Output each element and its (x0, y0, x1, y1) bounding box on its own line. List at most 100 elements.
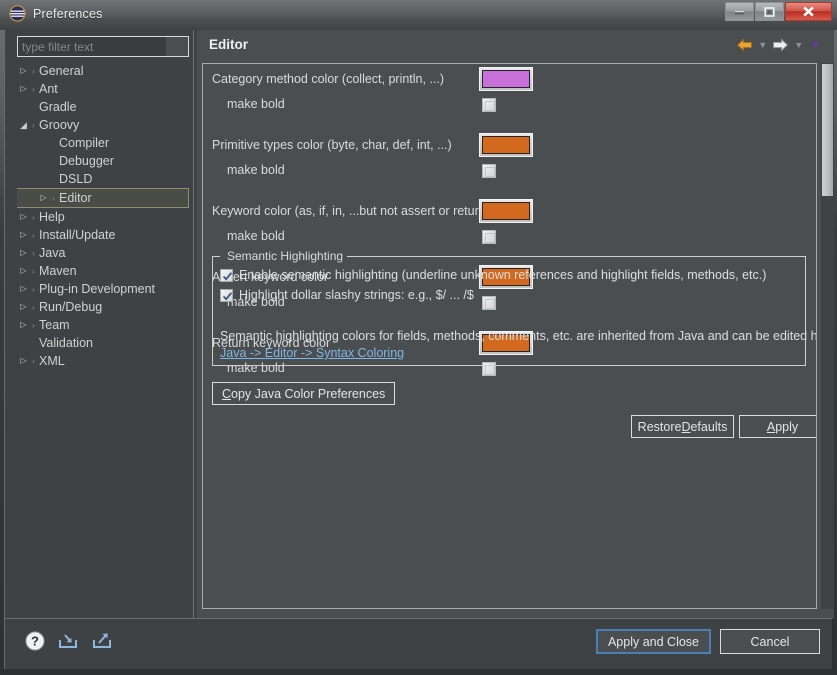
collapse-triangle-icon[interactable]: ◢ (17, 120, 30, 130)
sidebar-item-run-debug[interactable]: ▷ › Run/Debug (17, 298, 189, 316)
expand-triangle-icon[interactable]: ▷ (17, 321, 30, 329)
restore-defaults-button[interactable]: Restore Defaults (631, 415, 734, 438)
sidebar-item-general[interactable]: ▷ › General (17, 62, 189, 80)
sidebar-item-label: Maven (39, 264, 77, 278)
tree-bullet-icon: › (52, 193, 55, 203)
color-swatch-fill (482, 70, 530, 88)
dialog-body: ▷›General▷›AntGradle◢›GroovyCompilerDebu… (4, 30, 834, 618)
minimize-button[interactable] (725, 2, 754, 21)
color-swatch-button[interactable] (479, 67, 533, 91)
semantic-option-label: Enable semantic highlighting (underline … (239, 268, 767, 282)
forward-history-chevron-down-icon[interactable]: ▼ (793, 40, 804, 50)
sidebar-item-label: Editor (59, 191, 92, 205)
sidebar-item-dsld[interactable]: DSLD (17, 170, 189, 188)
preferences-tree[interactable]: ▷ › General ▷ › Ant Gradle ◢ › Groovy Compiler Debu… (17, 62, 189, 610)
preferences-window: Preferences type filter text ▷ › General… (0, 0, 837, 675)
help-icon[interactable]: ? (25, 631, 45, 651)
mnemonic-letter: A (766, 419, 776, 434)
expand-triangle-icon[interactable]: ▷ (17, 85, 30, 93)
sidebar-item-gradle[interactable]: Gradle (17, 98, 189, 116)
sidebar-item-label: Run/Debug (39, 300, 103, 314)
tree-bullet-icon: › (32, 248, 35, 258)
sidebar-item-java[interactable]: ▷ › Java (17, 244, 189, 262)
sidebar-item-plug-in-development[interactable]: ▷ › Plug-in Development (17, 280, 189, 298)
sidebar-item-help[interactable]: ▷ › Help (17, 208, 189, 226)
cancel-button[interactable]: Cancel (720, 629, 820, 654)
sidebar-item-xml[interactable]: ▷ › XML (17, 352, 189, 370)
expand-triangle-icon[interactable]: ▷ (17, 67, 30, 75)
sidebar-item-debugger[interactable]: Debugger (17, 152, 189, 170)
filter-field-wrapper[interactable] (17, 36, 189, 57)
semantic-option-row[interactable]: Highlight dollar slashy strings: e.g., $… (220, 288, 474, 302)
expand-triangle-icon[interactable]: ▷ (17, 303, 30, 311)
syntax-coloring-link[interactable]: Java -> Editor -> Syntax Coloring (220, 346, 404, 360)
tree-bullet-icon: › (32, 84, 35, 94)
make-bold-checkbox[interactable] (482, 164, 496, 178)
checkmark-icon (222, 291, 233, 301)
expand-triangle-icon[interactable]: ▷ (17, 357, 30, 365)
semantic-note: Semantic highlighting colors for fields,… (220, 329, 817, 343)
vertical-scrollbar[interactable] (821, 63, 834, 609)
settings-scroll-area: Category method color (collect, println,… (202, 63, 817, 609)
sidebar-item-label: Help (39, 210, 65, 224)
semantic-option-label: Highlight dollar slashy strings: e.g., $… (239, 288, 474, 302)
color-setting-label: Category method color (collect, println,… (212, 72, 445, 86)
sidebar-item-team[interactable]: ▷ › Team (17, 316, 189, 334)
view-menu-chevron-down-icon[interactable]: ▼ (808, 39, 822, 51)
color-swatch-fill (482, 136, 530, 154)
forward-arrow-icon[interactable] (772, 38, 789, 52)
svg-text:?: ? (31, 634, 39, 649)
page-header: Editor ▼ ▼ ▼ (197, 30, 834, 63)
preferences-content-pane: Editor ▼ ▼ ▼ Category method color (coll… (197, 30, 834, 618)
mnemonic-letter: C (222, 386, 232, 401)
close-button[interactable] (785, 2, 832, 21)
expand-triangle-icon[interactable]: ▷ (17, 285, 30, 293)
back-arrow-icon[interactable] (736, 38, 753, 52)
semantic-option-row[interactable]: Enable semantic highlighting (underline … (220, 268, 766, 282)
window-title: Preferences (33, 6, 103, 21)
expand-triangle-icon[interactable]: ▷ (17, 249, 30, 257)
sidebar-item-label: Install/Update (39, 228, 116, 242)
scrollbar-thumb[interactable] (822, 64, 833, 196)
filter-clear-button[interactable] (166, 37, 188, 56)
pane-divider[interactable] (190, 30, 197, 618)
export-icon[interactable] (91, 631, 113, 651)
sidebar-item-label: Team (39, 318, 70, 332)
make-bold-checkbox[interactable] (482, 98, 496, 112)
import-icon[interactable] (57, 631, 79, 651)
sidebar-item-maven[interactable]: ▷ › Maven (17, 262, 189, 280)
expand-triangle-icon[interactable]: ▷ (17, 213, 30, 221)
sidebar-item-label: Compiler (59, 136, 110, 150)
color-swatch-button[interactable] (479, 133, 533, 157)
checkbox-checked[interactable] (220, 288, 233, 302)
apply-button[interactable]: Apply (739, 415, 816, 438)
sidebar-item-install-update[interactable]: ▷ › Install/Update (17, 226, 189, 244)
close-icon (803, 6, 814, 17)
sidebar-item-ant[interactable]: ▷ › Ant (17, 80, 189, 98)
sidebar-item-label: DSLD (59, 172, 93, 186)
sidebar-item-editor[interactable]: ▷ › Editor (17, 188, 189, 208)
tree-bullet-icon: › (32, 320, 35, 330)
button-label: efaults (690, 419, 728, 434)
checkbox-checked[interactable] (220, 268, 233, 282)
sidebar-item-label: Java (39, 246, 66, 260)
settings-content: Category method color (collect, println,… (203, 64, 816, 608)
expand-triangle-icon[interactable]: ▷ (37, 194, 50, 202)
expand-triangle-icon[interactable]: ▷ (17, 231, 30, 239)
copy-java-color-preferences-button[interactable]: Copy Java Color Preferences (212, 382, 396, 405)
sidebar-item-groovy[interactable]: ◢ › Groovy (17, 116, 189, 134)
button-label: Restore (637, 419, 682, 434)
search-input[interactable] (18, 37, 166, 56)
apply-and-close-button[interactable]: Apply and Close (595, 629, 711, 654)
sidebar-item-validation[interactable]: Validation (17, 334, 189, 352)
sidebar-item-label: Validation (39, 336, 93, 350)
sidebar-item-compiler[interactable]: Compiler (17, 134, 189, 152)
expand-triangle-icon[interactable]: ▷ (17, 267, 30, 275)
make-bold-checkbox[interactable] (482, 230, 496, 244)
back-history-chevron-down-icon[interactable]: ▼ (757, 40, 768, 50)
window-titlebar[interactable]: Preferences (0, 0, 837, 30)
color-swatch-button[interactable] (479, 199, 533, 223)
maximize-button[interactable] (755, 2, 784, 21)
sidebar-item-label: Debugger (59, 154, 114, 168)
sidebar-item-label: General (39, 64, 84, 78)
